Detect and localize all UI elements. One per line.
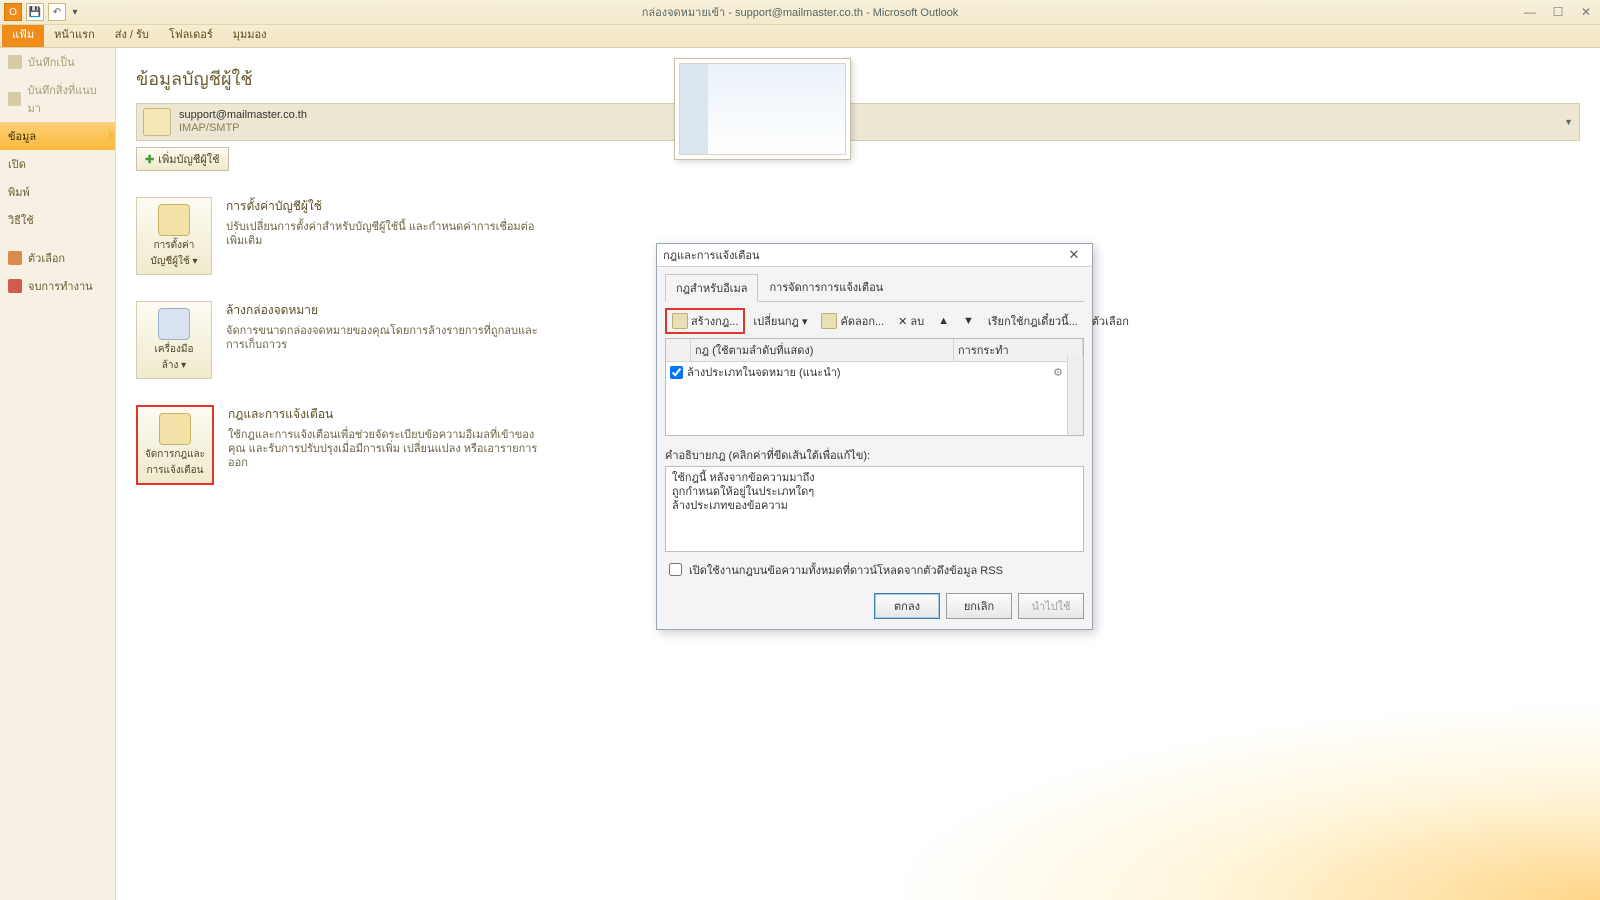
rules-title: กฎและการแจ้งเตือน <box>228 405 548 424</box>
apply-button[interactable]: นำไปใช้ <box>1018 593 1084 619</box>
attachments-icon <box>8 92 21 106</box>
account-selector[interactable]: support@mailmaster.co.th IMAP/SMTP ▼ <box>136 103 1580 141</box>
delete-rule-button[interactable]: ✕ลบ <box>892 309 930 333</box>
arrow-down-icon: ▼ <box>963 315 974 327</box>
backstage-main: ข้อมูลบัญชีผู้ใช้ support@mailmaster.co.… <box>116 48 1600 900</box>
rules-icon <box>159 413 191 445</box>
tab-manage-alerts[interactable]: การจัดการการแจ้งเตือน <box>758 273 894 301</box>
undo-icon[interactable]: ↶ <box>48 3 66 21</box>
cleanup-tools-button[interactable]: เครื่องมือล้าง ▾ <box>136 301 212 379</box>
move-down-button[interactable]: ▼ <box>957 312 980 330</box>
sidebar-options[interactable]: ตัวเลือก <box>0 244 115 272</box>
new-rule-icon <box>672 313 688 329</box>
tab-home[interactable]: หน้าแรก <box>44 22 105 47</box>
sidebar-open[interactable]: เปิด <box>0 150 115 178</box>
save-icon[interactable]: 💾 <box>26 3 44 21</box>
exit-icon <box>8 279 22 293</box>
sidebar-help[interactable]: วิธีใช้ <box>0 206 115 234</box>
cleanup-desc: จัดการขนาดกล่องจดหมายของคุณโดยการล้างราย… <box>226 324 546 352</box>
sidebar-info[interactable]: ข้อมูล <box>0 122 115 150</box>
plus-icon: ✚ <box>145 153 154 166</box>
col-rule: กฎ (ใช้ตามลำดับที่แสดง) <box>691 339 954 361</box>
move-up-button[interactable]: ▲ <box>932 312 955 330</box>
change-rule-button[interactable]: เปลี่ยนกฎ ▾ <box>747 309 813 333</box>
account-icon <box>143 108 171 136</box>
rules-alerts-button[interactable]: จัดการกฎและการแจ้งเตือน <box>136 405 214 485</box>
arrow-up-icon: ▲ <box>938 315 949 327</box>
ribbon-tabs: แฟ้ม หน้าแรก ส่ง / รับ โฟลเดอร์ มุมมอง <box>0 25 1600 48</box>
rule-row[interactable]: ล้างประเภทในจดหมาย (แนะนำ) ⚙ <box>666 362 1083 382</box>
rule-checkbox[interactable] <box>670 366 683 379</box>
sidebar-save-attachments[interactable]: บันทึกสิ่งที่แนบมา <box>0 76 115 122</box>
qat-dropdown-icon[interactable]: ▾ <box>70 4 80 20</box>
rules-toolbar: สร้างกฎ... เปลี่ยนกฎ ▾ คัดลอก... ✕ลบ ▲ ▼… <box>665 308 1084 334</box>
run-rules-button[interactable]: เรียกใช้กฎเดี๋ยวนี้... <box>982 309 1084 333</box>
sidebar-exit[interactable]: จบการทำงาน <box>0 272 115 300</box>
account-settings-desc: ปรับเปลี่ยนการตั้งค่าสำหรับบัญชีผู้ใช้นี… <box>226 220 546 248</box>
add-account-button[interactable]: ✚เพิ่มบัญชีผู้ใช้ <box>136 147 229 171</box>
close-button[interactable]: ✕ <box>1572 3 1600 21</box>
cleanup-icon <box>158 308 190 340</box>
cancel-button[interactable]: ยกเลิก <box>946 593 1012 619</box>
rss-checkbox[interactable] <box>669 563 682 576</box>
maximize-button[interactable]: ☐ <box>1544 3 1572 21</box>
quick-access-toolbar: O 💾 ↶ ▾ <box>0 3 84 21</box>
cleanup-title: ล้างกล่องจดหมาย <box>226 301 546 320</box>
tab-view[interactable]: มุมมอง <box>223 22 277 47</box>
account-settings-button[interactable]: การตั้งค่าบัญชีผู้ใช้ ▾ <box>136 197 212 275</box>
preview-thumbnail <box>674 58 851 160</box>
save-as-icon <box>8 55 22 69</box>
rules-desc: ใช้กฎและการแจ้งเตือนเพื่อช่วยจัดระเบียบข… <box>228 428 548 470</box>
titlebar: O 💾 ↶ ▾ กล่องจดหมายเข้า - support@mailma… <box>0 0 1600 25</box>
tab-email-rules[interactable]: กฎสำหรับอีเมล <box>665 274 758 302</box>
rule-action-icon: ⚙ <box>1053 366 1063 379</box>
window-controls: — ☐ ✕ <box>1516 3 1600 21</box>
delete-icon: ✕ <box>898 315 907 328</box>
rule-name: ล้างประเภทในจดหมาย (แนะนำ) <box>687 363 841 381</box>
dialog-close-button[interactable]: ✕ <box>1062 247 1086 263</box>
rules-listbox[interactable]: กฎ (ใช้ตามลำดับที่แสดง) การกระทำ ล้างประ… <box>665 338 1084 436</box>
tab-file[interactable]: แฟ้ม <box>2 22 44 47</box>
page-title: ข้อมูลบัญชีผู้ใช้ <box>136 64 1580 93</box>
rule-description-box[interactable]: ใช้กฎนี้ หลังจากข้อความมาถึง ถูกกำหนดให้… <box>665 466 1084 552</box>
copy-icon <box>821 313 837 329</box>
chevron-down-icon: ▼ <box>1564 117 1573 127</box>
account-email: support@mailmaster.co.th <box>179 109 307 122</box>
account-protocol: IMAP/SMTP <box>179 122 307 135</box>
dialog-title: กฎและการแจ้งเตือน <box>663 246 759 264</box>
window-title: กล่องจดหมายเข้า - support@mailmaster.co.… <box>642 3 959 21</box>
ok-button[interactable]: ตกลง <box>874 593 940 619</box>
sidebar-save-as[interactable]: บันทึกเป็น <box>0 48 115 76</box>
options-icon <box>8 251 22 265</box>
minimize-button[interactable]: — <box>1516 3 1544 21</box>
rule-description-label: คำอธิบายกฎ (คลิกค่าที่ขีดเส้นใต้เพื่อแก้… <box>665 446 1084 464</box>
rss-label: เปิดใช้งานกฎบนข้อความทั้งหมดที่ดาวน์โหลด… <box>689 561 1003 579</box>
tab-folder[interactable]: โฟลเดอร์ <box>159 22 223 47</box>
scrollbar[interactable] <box>1067 356 1083 435</box>
app-icon[interactable]: O <box>4 3 22 21</box>
account-settings-icon <box>158 204 190 236</box>
new-rule-button[interactable]: สร้างกฎ... <box>665 308 745 334</box>
tab-sendreceive[interactable]: ส่ง / รับ <box>105 22 159 47</box>
rules-dialog: กฎและการแจ้งเตือน ✕ กฎสำหรับอีเมล การจัด… <box>656 243 1093 630</box>
rule-options-button[interactable]: ตัวเลือก <box>1086 309 1135 333</box>
backstage-sidebar: บันทึกเป็น บันทึกสิ่งที่แนบมา ข้อมูล เปิ… <box>0 48 116 900</box>
sidebar-print[interactable]: พิมพ์ <box>0 178 115 206</box>
copy-rule-button[interactable]: คัดลอก... <box>815 309 890 333</box>
col-action: การกระทำ <box>954 339 1083 361</box>
account-settings-title: การตั้งค่าบัญชีผู้ใช้ <box>226 197 546 216</box>
